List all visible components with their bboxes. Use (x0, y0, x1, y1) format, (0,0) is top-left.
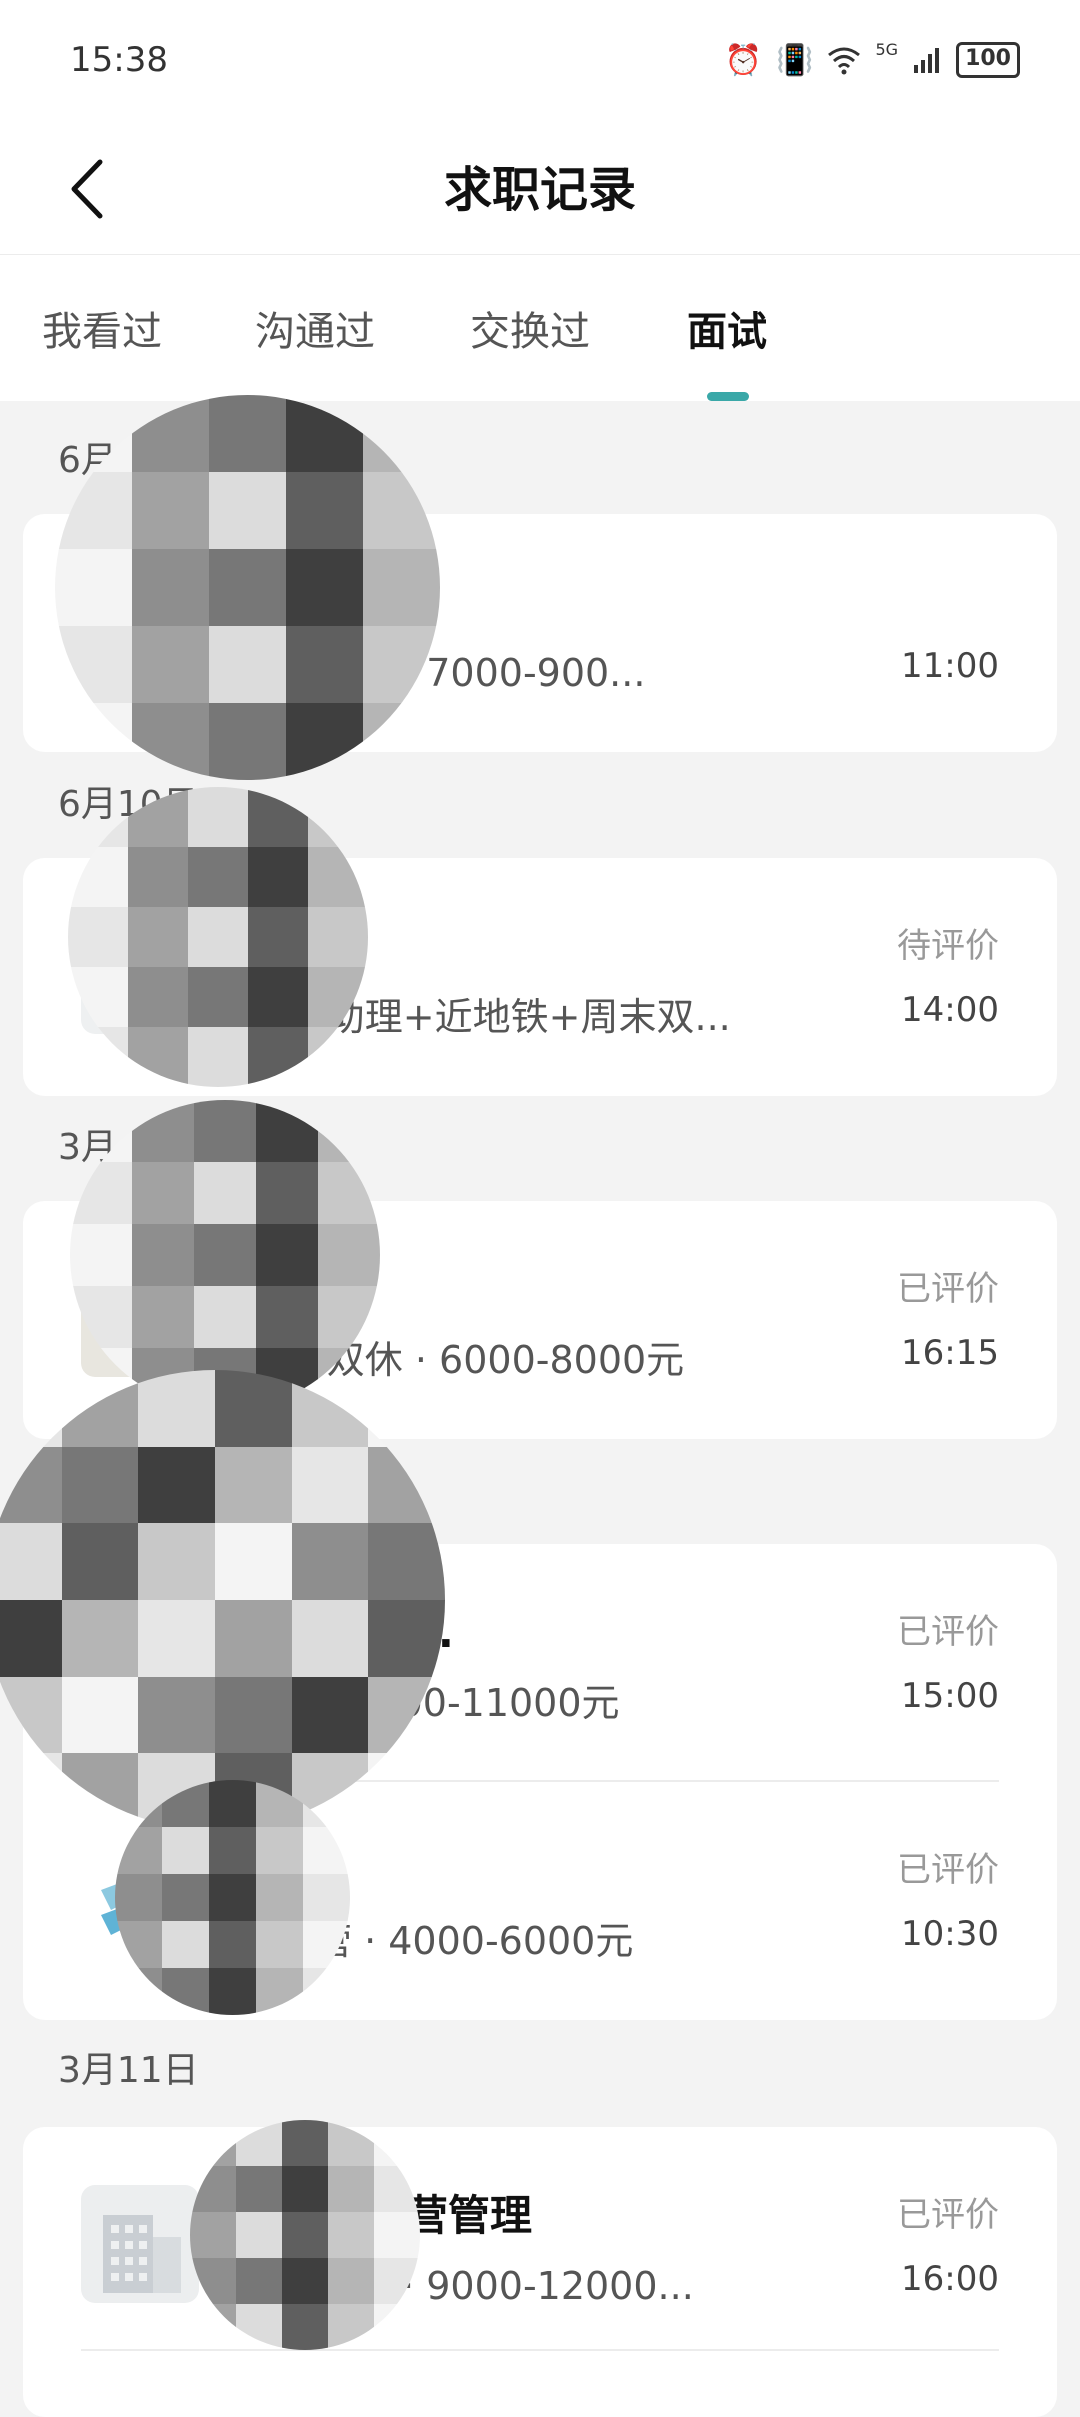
alarm-icon: ⏰ (724, 42, 763, 78)
redaction-mosaic (70, 1100, 380, 1410)
building-icon (103, 2215, 181, 2293)
tab-bar: 我看过 沟通过 交换过 面试 (0, 255, 1080, 401)
review-status: 待评价 (897, 926, 999, 966)
tab-viewed[interactable]: 我看过 (42, 299, 162, 357)
review-status: 已评价 (897, 2195, 999, 2235)
system-icons: ⏰ 📳 5G 100 (725, 40, 1020, 80)
interview-row[interactable]: 愉商业运营管理 运营专员 · 9000-12000... 已评价 16:00 (23, 2127, 1057, 2365)
redaction-mosaic (68, 787, 368, 1087)
redaction-mosaic (115, 1780, 350, 2015)
status-bar: 15:38 ⏰ 📳 5G 100 (0, 0, 1080, 120)
signal-icon (914, 48, 940, 73)
nav-bar: 求职记录 (0, 120, 1080, 255)
review-status: 已评价 (897, 1269, 999, 1309)
redaction-mosaic (190, 2120, 420, 2350)
date-header: 3月11日 (58, 2050, 199, 2091)
battery-icon: 100 (956, 42, 1020, 78)
redaction-mosaic (0, 1370, 445, 1830)
vibrate-icon: 📳 (776, 42, 814, 78)
wifi-icon (828, 47, 861, 75)
page-title: 求职记录 (443, 162, 636, 218)
status-time: 15:38 (70, 40, 168, 80)
tab-exchanged[interactable]: 交换过 (470, 299, 590, 357)
interview-time: 16:00 (901, 2259, 999, 2299)
review-status: 已评价 (897, 1850, 999, 1890)
interview-time: 11:00 (901, 646, 999, 686)
interview-card: 愉商业运营管理 运营专员 · 9000-12000... 已评价 16:00 (23, 2127, 1057, 2417)
interview-time: 16:15 (901, 1333, 999, 1373)
redaction-mosaic (55, 395, 440, 780)
tab-active-indicator (707, 392, 749, 401)
network-type: 5G (875, 40, 899, 59)
tab-interview[interactable]: 面试 (687, 299, 767, 357)
company-logo (81, 2185, 199, 2303)
interview-time: 14:00 (901, 990, 999, 1030)
review-status: 已评价 (897, 1612, 999, 1652)
tab-communicated[interactable]: 沟通过 (255, 299, 375, 357)
row-divider (81, 2349, 999, 2351)
interview-time: 10:30 (901, 1914, 999, 1954)
interview-time: 15:00 (901, 1676, 999, 1716)
